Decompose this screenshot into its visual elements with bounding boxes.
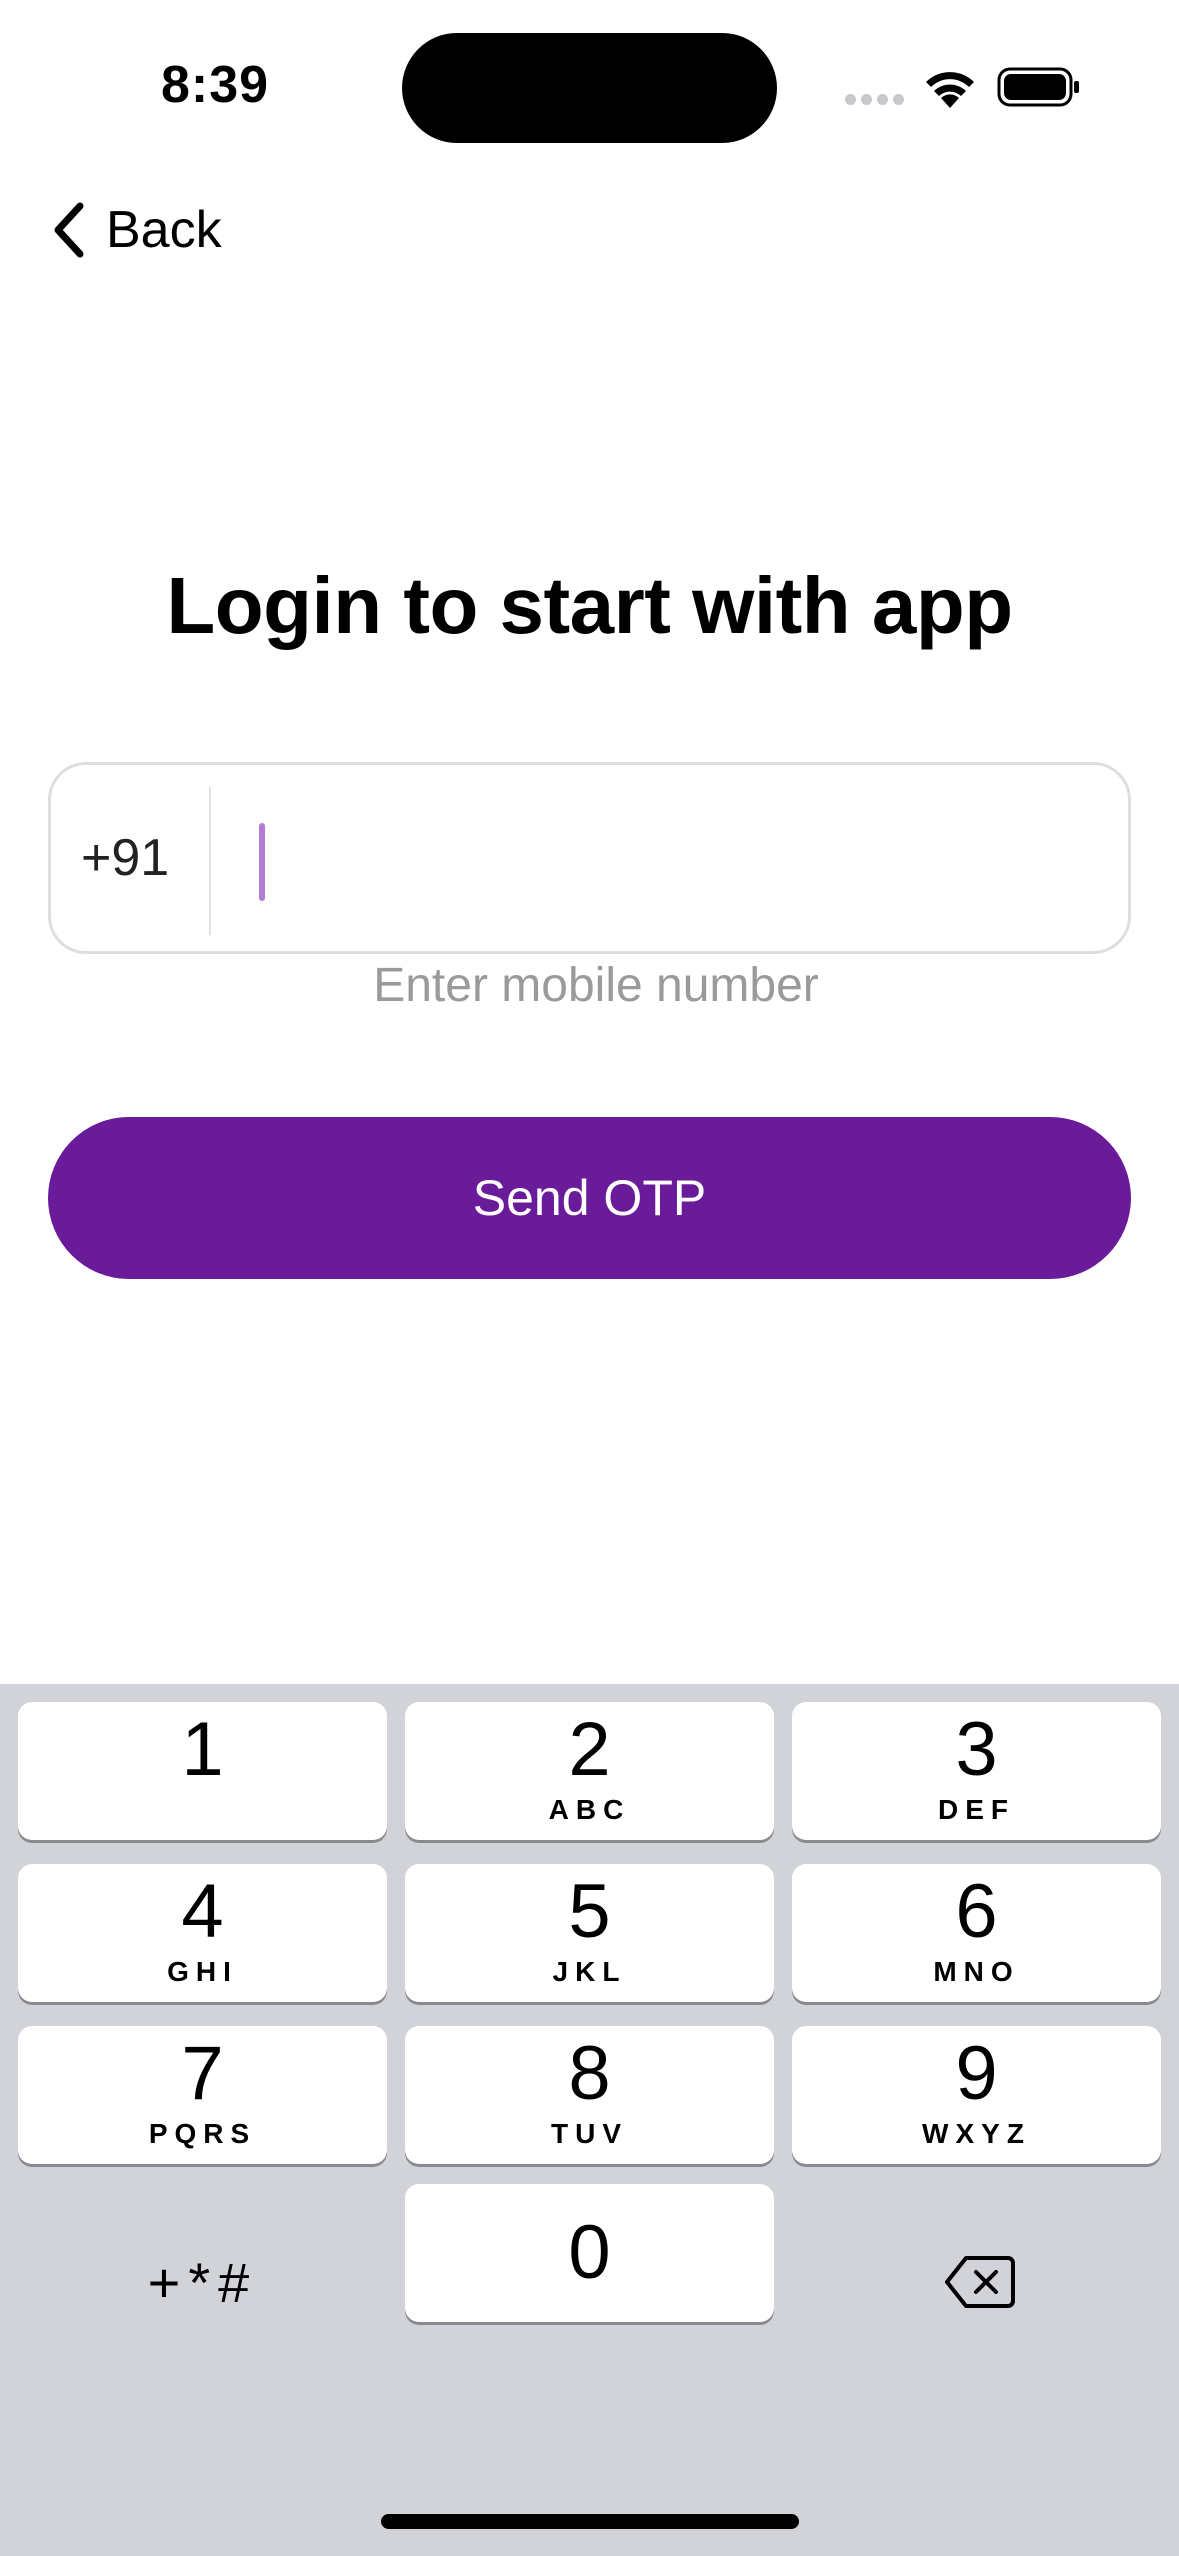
delete-key[interactable] <box>792 2214 1161 2352</box>
key-digit: 2 <box>568 1707 611 1792</box>
key-digit: 0 <box>568 2210 611 2295</box>
key-letters: JKL <box>552 1956 627 1987</box>
key-digit: 8 <box>568 2031 611 2116</box>
battery-icon <box>997 67 1079 107</box>
phone-field[interactable]: +91 <box>48 762 1131 954</box>
key-letters: MNO <box>933 1956 1020 1987</box>
wifi-icon <box>926 72 974 108</box>
key-digit: 3 <box>955 1707 998 1792</box>
home-indicator <box>381 2514 799 2529</box>
chevron-left-icon <box>54 202 84 258</box>
mobile-number-input[interactable] <box>251 785 1111 931</box>
key-letters: ABC <box>548 1794 631 1825</box>
key-letters: GHI <box>167 1956 238 1987</box>
key-letters: PQRS <box>148 2118 257 2149</box>
key-letters: TUV <box>551 2118 628 2149</box>
key-digit: 4 <box>181 1869 224 1954</box>
send-otp-button[interactable]: Send OTP <box>48 1117 1131 1279</box>
key-0[interactable]: 0 <box>405 2184 774 2322</box>
backspace-icon <box>945 2256 1015 2308</box>
dynamic-island <box>402 33 777 143</box>
key-9[interactable]: 9 WXYZ <box>792 2026 1161 2164</box>
key-5[interactable]: 5 JKL <box>405 1864 774 2002</box>
key-digit: 9 <box>955 2031 998 2116</box>
key-digit: 7 <box>181 2031 224 2116</box>
country-code[interactable]: +91 <box>81 765 169 951</box>
key-6[interactable]: 6 MNO <box>792 1864 1161 2002</box>
status-bar: 8:39 <box>0 0 1179 150</box>
key-digit: 6 <box>955 1869 998 1954</box>
key-7[interactable]: 7 PQRS <box>18 2026 387 2164</box>
back-button[interactable]: Back <box>48 190 268 270</box>
key-8[interactable]: 8 TUV <box>405 2026 774 2164</box>
mobile-number-hint: Enter mobile number <box>373 959 819 1012</box>
numeric-keypad: 1 2 ABC 3 DEF 4 GHI 5 JKL 6 MNO 7 PQRS 8… <box>0 1684 1179 2556</box>
key-1[interactable]: 1 <box>18 1702 387 1840</box>
key-2[interactable]: 2 ABC <box>405 1702 774 1840</box>
status-time: 8:39 <box>160 56 270 114</box>
page-title: Login to start with app <box>166 561 1013 650</box>
cellular-signal-icon <box>845 94 905 106</box>
key-letters: WXYZ <box>922 2118 1031 2149</box>
field-divider <box>209 787 211 935</box>
symbols-key[interactable]: +*# <box>18 2214 387 2352</box>
key-4[interactable]: 4 GHI <box>18 1864 387 2002</box>
text-caret <box>259 823 265 901</box>
key-letters: DEF <box>938 1794 1015 1825</box>
key-digit: 1 <box>181 1707 224 1792</box>
key-3[interactable]: 3 DEF <box>792 1702 1161 1840</box>
key-digit: 5 <box>568 1869 611 1954</box>
back-label: Back <box>106 201 222 259</box>
